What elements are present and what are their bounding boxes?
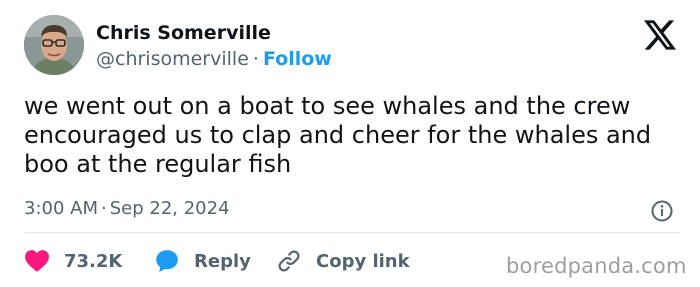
like-button[interactable]: 73.2K <box>24 249 154 273</box>
copy-link-button[interactable]: Copy link <box>276 248 426 274</box>
tweet-card: Chris Somerville @chrisomerville · Follow … <box>0 0 700 287</box>
action-bar: 73.2K Reply Copy link <box>24 248 426 274</box>
copy-link-label: Copy link <box>316 250 410 272</box>
author-name[interactable]: Chris Somerville <box>96 22 271 44</box>
reply-label: Reply <box>194 250 251 272</box>
handle-separator: · <box>252 48 259 70</box>
heart-icon <box>25 250 49 272</box>
watermark: boredpanda.com <box>506 254 687 278</box>
tweet-text: we went out on a boat to see whales and … <box>24 92 652 178</box>
author-handle-row: @chrisomerville · Follow <box>96 48 332 70</box>
reply-button[interactable]: Reply <box>154 248 276 274</box>
meta-separator: · <box>101 198 107 219</box>
avatar[interactable] <box>24 15 84 75</box>
divider <box>24 232 680 233</box>
like-count: 73.2K <box>64 250 123 272</box>
tweet-date[interactable]: Sep 22, 2024 <box>110 198 230 219</box>
tweet-time[interactable]: 3:00 AM <box>24 198 98 219</box>
speech-bubble-icon <box>156 250 178 272</box>
link-icon <box>278 250 300 272</box>
author-handle[interactable]: @chrisomerville <box>96 48 249 70</box>
tweet-meta: 3:00 AM · Sep 22, 2024 <box>24 198 230 219</box>
info-icon[interactable] <box>650 199 674 223</box>
follow-button[interactable]: Follow <box>263 48 332 70</box>
x-logo-icon[interactable] <box>644 20 676 50</box>
